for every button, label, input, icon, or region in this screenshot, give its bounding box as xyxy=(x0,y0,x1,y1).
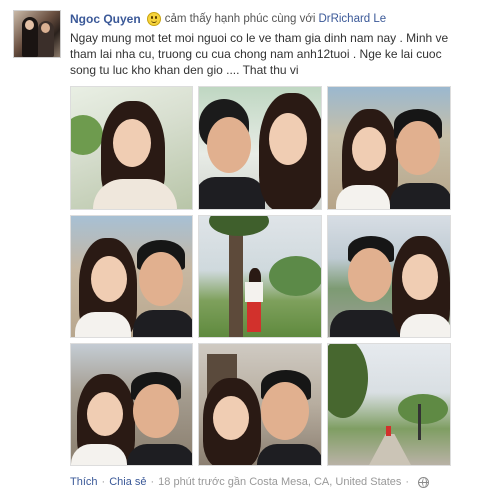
post-header: Ngoc Quyen cảm thấy hạnh phúc cùng với D… xyxy=(70,10,386,28)
post-footer: Thích · Chia sẻ · 18 phút trước gần Cost… xyxy=(70,474,430,490)
photo-3[interactable] xyxy=(327,86,451,210)
author-name-link[interactable]: Ngoc Quyen xyxy=(70,12,141,26)
like-link[interactable]: Thích xyxy=(70,476,98,488)
location-link[interactable]: Costa Mesa, CA, United States xyxy=(249,476,401,488)
facebook-post: Ngoc Quyen cảm thấy hạnh phúc cùng với D… xyxy=(0,0,500,496)
timestamp-link[interactable]: 18 phút trước gần xyxy=(158,476,246,488)
photo-8[interactable] xyxy=(198,343,322,466)
photo-2[interactable] xyxy=(198,86,322,210)
author-avatar[interactable] xyxy=(13,10,61,58)
post-text: Ngay mung mot tet moi nguoi co le ve tha… xyxy=(70,30,460,78)
post-text-line: Ngay mung mot tet moi nguoi co le ve tha… xyxy=(70,31,449,45)
separator: · xyxy=(101,476,106,488)
photo-7[interactable] xyxy=(70,343,193,466)
photo-1[interactable] xyxy=(70,86,193,210)
separator: · xyxy=(150,476,155,488)
globe-icon[interactable] xyxy=(418,476,430,488)
photo-4[interactable] xyxy=(70,215,193,338)
feeling-text: cảm thấy hạnh phúc cùng với xyxy=(164,13,316,25)
photo-5[interactable] xyxy=(198,215,322,338)
share-link[interactable]: Chia sẻ xyxy=(109,476,146,488)
smiley-icon xyxy=(146,12,161,26)
tagged-person-link[interactable]: DrRichard Le xyxy=(318,13,386,25)
post-text-line: tham lai nha cu, truong cu cua chong nam… xyxy=(70,47,442,61)
photo-6[interactable] xyxy=(327,215,451,338)
separator: · xyxy=(405,476,410,488)
post-text-line: song tu luc kho khan den gio .... That t… xyxy=(70,63,299,77)
photo-9[interactable] xyxy=(327,343,451,466)
